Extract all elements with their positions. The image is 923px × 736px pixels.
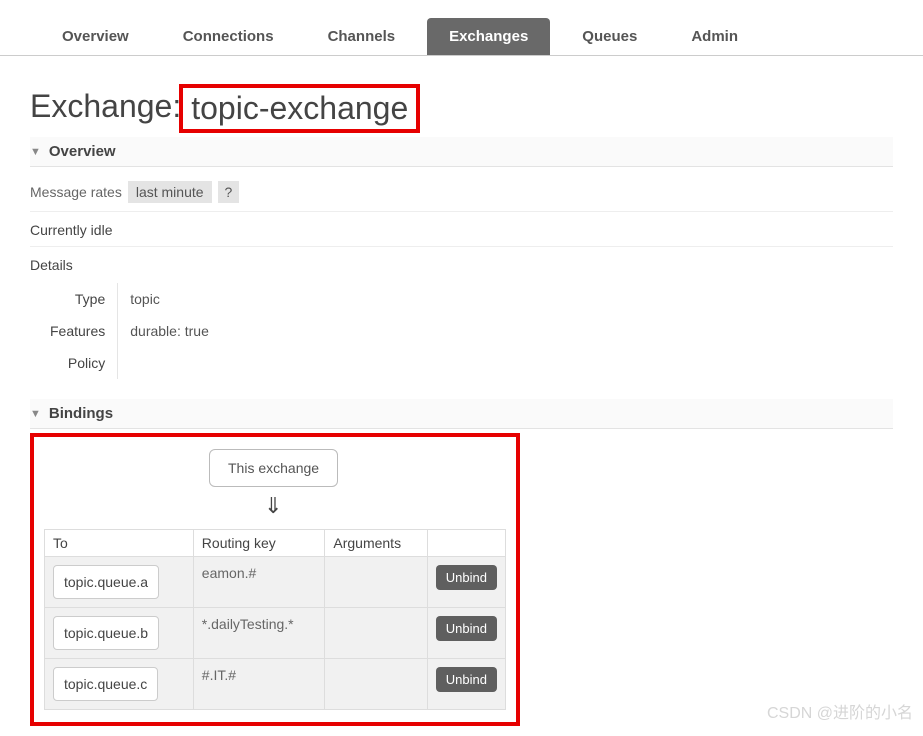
arrow-down-icon: ⇓ <box>264 493 506 519</box>
rates-label: Message rates <box>30 184 122 200</box>
details-type-label: Type <box>50 283 118 315</box>
table-row: topic.queue.c #.IT.# Unbind <box>45 659 506 710</box>
tab-exchanges[interactable]: Exchanges <box>427 18 550 55</box>
queue-link[interactable]: topic.queue.c <box>53 667 158 701</box>
queue-link[interactable]: topic.queue.b <box>53 616 159 650</box>
tab-channels[interactable]: Channels <box>306 18 418 55</box>
this-exchange-box: This exchange <box>209 449 338 487</box>
details-policy-label: Policy <box>50 347 118 379</box>
routing-key-cell: #.IT.# <box>193 659 325 710</box>
section-overview-title: Overview <box>49 143 116 160</box>
tab-admin[interactable]: Admin <box>669 18 760 55</box>
bindings-header-action <box>427 530 505 557</box>
arguments-cell <box>325 608 427 659</box>
tab-overview[interactable]: Overview <box>40 18 151 55</box>
queue-link[interactable]: topic.queue.a <box>53 565 159 599</box>
exchange-name: topic-exchange <box>179 84 420 133</box>
status-idle: Currently idle <box>30 212 893 247</box>
routing-key-cell: *.dailyTesting.* <box>193 608 325 659</box>
details-policy-value <box>118 347 209 379</box>
page-title: Exchange: topic-exchange <box>30 84 893 133</box>
details-type-value: topic <box>118 283 209 315</box>
details-table: Type topic Features durable: true Policy <box>50 283 209 379</box>
unbind-button[interactable]: Unbind <box>436 667 497 692</box>
rates-range-select[interactable]: last minute <box>128 181 212 203</box>
rates-row: Message rates last minute ? <box>30 167 893 212</box>
triangle-down-icon: ▼ <box>30 408 41 420</box>
details-features-label: Features <box>50 315 118 347</box>
unbind-button[interactable]: Unbind <box>436 565 497 590</box>
tab-queues[interactable]: Queues <box>560 18 659 55</box>
section-bindings-title: Bindings <box>49 405 113 422</box>
table-row: topic.queue.a eamon.# Unbind <box>45 557 506 608</box>
triangle-down-icon: ▼ <box>30 146 41 158</box>
details-features-value: durable: true <box>118 315 209 347</box>
bindings-table: To Routing key Arguments topic.queue.a e… <box>44 529 506 710</box>
bindings-area: This exchange ⇓ To Routing key Arguments… <box>30 433 520 726</box>
section-bindings-header[interactable]: ▼ Bindings <box>30 399 893 429</box>
arguments-cell <box>325 557 427 608</box>
bindings-header-routing-key: Routing key <box>193 530 325 557</box>
arguments-cell <box>325 659 427 710</box>
main-tabs: Overview Connections Channels Exchanges … <box>0 0 923 56</box>
bindings-header-to: To <box>45 530 194 557</box>
title-prefix: Exchange: <box>30 84 181 133</box>
details-label: Details <box>30 247 893 283</box>
unbind-button[interactable]: Unbind <box>436 616 497 641</box>
routing-key-cell: eamon.# <box>193 557 325 608</box>
table-row: topic.queue.b *.dailyTesting.* Unbind <box>45 608 506 659</box>
tab-connections[interactable]: Connections <box>161 18 296 55</box>
help-button[interactable]: ? <box>218 181 240 203</box>
bindings-header-arguments: Arguments <box>325 530 427 557</box>
section-overview-header[interactable]: ▼ Overview <box>30 137 893 167</box>
